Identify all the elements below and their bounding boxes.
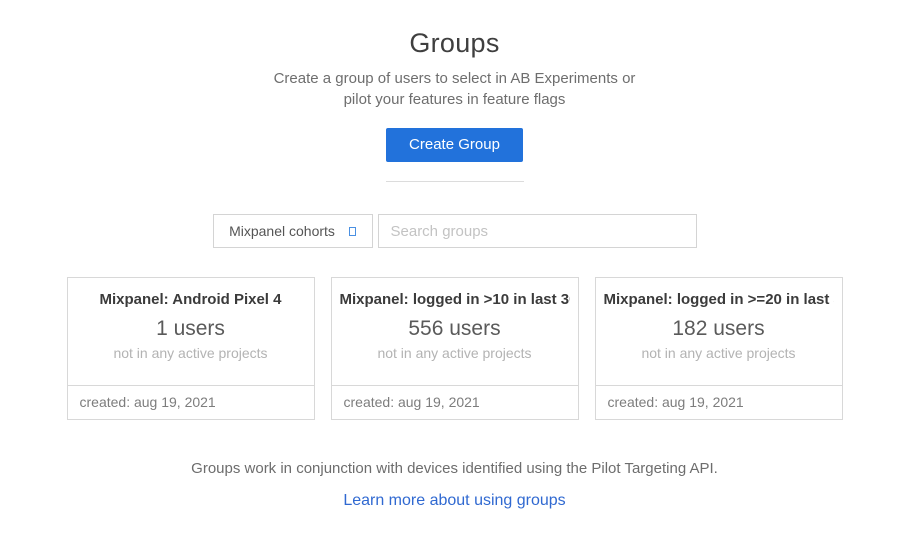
cohort-source-dropdown-value: Mixpanel cohorts <box>229 223 335 239</box>
group-card-title: Mixpanel: logged in >10 in last 30 ... <box>340 291 570 308</box>
group-card-user-count: 556 users <box>340 317 570 341</box>
group-card-user-count: 182 users <box>604 317 834 341</box>
create-group-button-row: Create Group <box>0 128 909 162</box>
footer-note: Groups work in conjunction with devices … <box>0 460 909 477</box>
group-card-main: Mixpanel: logged in >10 in last 30 ... 5… <box>332 278 578 385</box>
learn-more-link[interactable]: Learn more about using groups <box>343 492 565 510</box>
group-card[interactable]: Mixpanel: logged in >10 in last 30 ... 5… <box>331 277 579 420</box>
group-card-created-date: created: aug 19, 2021 <box>332 385 578 419</box>
page-title: Groups <box>0 28 909 59</box>
header-divider <box>386 181 524 182</box>
search-groups-input[interactable] <box>378 214 697 248</box>
group-card[interactable]: Mixpanel: logged in >=20 in last 30... 1… <box>595 277 843 420</box>
page-subtitle-line-1: Create a group of users to select in AB … <box>0 68 909 89</box>
cohort-source-dropdown[interactable]: Mixpanel cohorts <box>213 214 373 248</box>
group-card-projects-note: not in any active projects <box>340 345 570 361</box>
group-card-main: Mixpanel: logged in >=20 in last 30... 1… <box>596 278 842 385</box>
group-card-projects-note: not in any active projects <box>76 345 306 361</box>
page-header: Groups Create a group of users to select… <box>0 0 909 110</box>
groups-page: Groups Create a group of users to select… <box>0 0 909 558</box>
dropdown-caret-icon <box>349 227 356 236</box>
group-card-user-count: 1 users <box>76 317 306 341</box>
group-card-projects-note: not in any active projects <box>604 345 834 361</box>
create-group-button[interactable]: Create Group <box>386 128 523 162</box>
group-card-created-date: created: aug 19, 2021 <box>68 385 314 419</box>
group-cards-row: Mixpanel: Android Pixel 4 1 users not in… <box>0 277 909 420</box>
group-card-title: Mixpanel: Android Pixel 4 <box>76 291 306 308</box>
page-subtitle-line-2: pilot your features in feature flags <box>0 89 909 110</box>
group-card-title: Mixpanel: logged in >=20 in last 30... <box>604 291 834 308</box>
page-footer: Groups work in conjunction with devices … <box>0 460 909 510</box>
group-card[interactable]: Mixpanel: Android Pixel 4 1 users not in… <box>67 277 315 420</box>
filter-controls: Mixpanel cohorts <box>0 214 909 248</box>
group-card-main: Mixpanel: Android Pixel 4 1 users not in… <box>68 278 314 385</box>
group-card-created-date: created: aug 19, 2021 <box>596 385 842 419</box>
